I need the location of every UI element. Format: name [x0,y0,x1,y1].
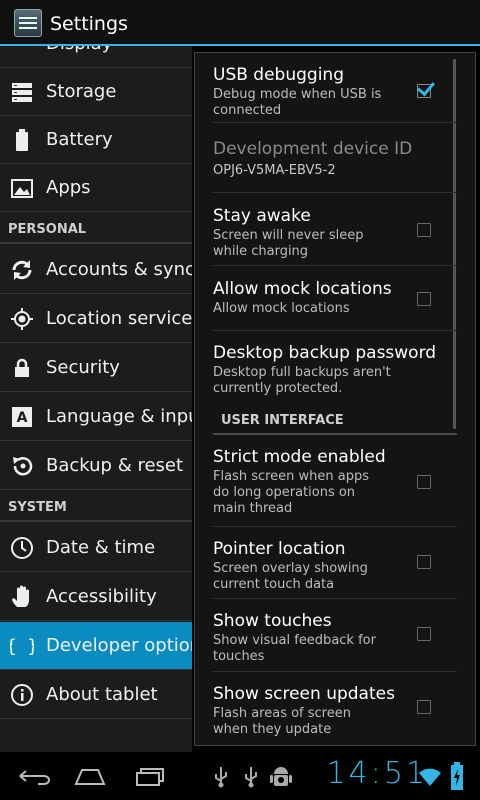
pref-title: USB debugging [213,65,344,85]
pref-show-touches[interactable]: Show touches Show visual feedback for to… [213,599,457,672]
sidebar-item-label: Date & time [46,537,156,558]
system-navigation-bar: 14:51 [0,752,480,800]
section-user-interface: USER INTERFACE [221,413,344,428]
sidebar-item-label: Security [46,357,120,378]
pref-usb-debugging[interactable]: USB debugging Debug mode when USB is con… [213,53,457,123]
mock-locations-checkbox[interactable] [417,292,431,306]
sidebar-item-accounts-sync[interactable]: Accounts & sync [0,246,192,294]
sidebar-item-backup-reset[interactable]: Backup & reset [0,442,192,490]
pref-mock-locations[interactable]: Allow mock locations Allow mock location… [213,267,457,331]
pref-strict-mode[interactable]: Strict mode enabled Flash screen when ap… [213,435,457,527]
sidebar-item-label: Battery [46,129,113,150]
show-screen-updates-checkbox[interactable] [417,700,431,714]
sidebar-item-label: Backup & reset [46,455,184,476]
pref-title: Desktop backup password [213,343,437,363]
battery-charging-icon [451,762,463,790]
sidebar-item-about-tablet[interactable]: About tablet [0,671,192,719]
sidebar-item-security[interactable]: Security [0,344,192,392]
language-icon: A [12,407,32,427]
section-divider [0,242,192,244]
sidebar-item-label: Accessibility [46,586,157,607]
developer-options-panel: USB debugging Debug mode when USB is con… [194,52,476,746]
pref-title: Strict mode enabled [213,447,386,467]
strict-mode-checkbox[interactable] [417,475,431,489]
settings-sidebar: Display Storage Battery Apps PERSONAL Ac… [0,46,192,752]
section-divider [0,520,192,522]
pref-summary: Flash areas of screen when they update [213,706,351,737]
backup-icon [13,457,33,476]
pref-summary: Debug mode when USB is connected [213,87,382,118]
apps-icon [11,179,33,198]
sidebar-item-label: Language & input [46,406,192,427]
svg-text:A: A [17,410,28,426]
pref-summary: Screen overlay showing current touch dat… [213,561,368,592]
sidebar-item-label: Display [46,46,112,54]
sidebar-item-label: Accounts & sync [46,259,192,280]
info-icon [11,684,33,706]
home-icon[interactable] [70,762,110,790]
svg-text:{ }: { } [10,636,34,657]
pref-pointer-location[interactable]: Pointer location Screen overlay showing … [213,527,457,599]
stay-awake-checkbox[interactable] [417,223,431,237]
sidebar-item-language[interactable]: A Language & input [0,393,192,441]
pref-show-screen-updates[interactable]: Show screen updates Flash areas of scree… [213,672,457,745]
recent-apps-icon[interactable] [130,762,170,790]
android-debug-icon [270,767,292,786]
status-clock: 14:51 [326,756,428,791]
sidebar-item-developer-options[interactable]: { } Developer options [0,622,192,670]
pref-summary: OPJ6-V5MA-EBV5-2 [213,163,336,178]
pref-desktop-backup-password[interactable]: Desktop backup password Desktop full bac… [213,331,457,409]
sidebar-item-label: Storage [46,81,117,102]
pref-summary: Desktop full backups aren't currently pr… [213,365,391,396]
hand-icon [12,585,29,607]
sidebar-item-apps[interactable]: Apps [0,164,192,212]
sidebar-item-label: Developer options [46,635,192,656]
braces-icon: { } [10,636,34,657]
sidebar-item-date-time[interactable]: Date & time [0,524,192,572]
usb-icon [215,767,227,788]
sidebar-item-label: About tablet [46,684,158,705]
pref-summary: Screen will never sleep while charging [213,228,364,259]
pref-title: Development device ID [213,139,413,159]
location-icon [11,308,33,330]
wifi-icon [419,768,441,786]
battery-icon [16,129,28,151]
usb-icon [245,767,257,788]
clock-icon [11,537,33,559]
sidebar-item-label: Location services [46,308,192,329]
pref-summary: Show visual feedback for touches [213,633,376,664]
sidebar-item-storage[interactable]: Storage [0,68,192,116]
page-title: Settings [50,13,128,35]
usb-debugging-checkbox[interactable] [417,84,431,98]
pref-summary: Flash screen when apps do long operation… [213,469,370,516]
section-personal: PERSONAL [8,222,87,237]
pref-summary: Allow mock locations [213,301,350,316]
sidebar-item-battery[interactable]: Battery [0,116,192,164]
action-bar: Settings [0,0,480,46]
pointer-location-checkbox[interactable] [417,555,431,569]
section-system: SYSTEM [8,500,67,515]
settings-app-icon[interactable] [14,9,42,37]
show-touches-checkbox[interactable] [417,627,431,641]
sidebar-item-display[interactable]: Display [0,46,192,68]
back-icon[interactable] [12,762,52,790]
sync-icon [12,260,32,280]
sidebar-item-location[interactable]: Location services [0,295,192,343]
pref-stay-awake[interactable]: Stay awake Screen will never sleep while… [213,194,457,266]
sidebar-item-accessibility[interactable]: Accessibility [0,573,192,621]
pref-device-id: Development device ID OPJ6-V5MA-EBV5-2 [213,127,457,193]
lock-icon [15,358,29,377]
storage-icon [12,83,32,102]
sidebar-item-label: Apps [46,177,91,198]
